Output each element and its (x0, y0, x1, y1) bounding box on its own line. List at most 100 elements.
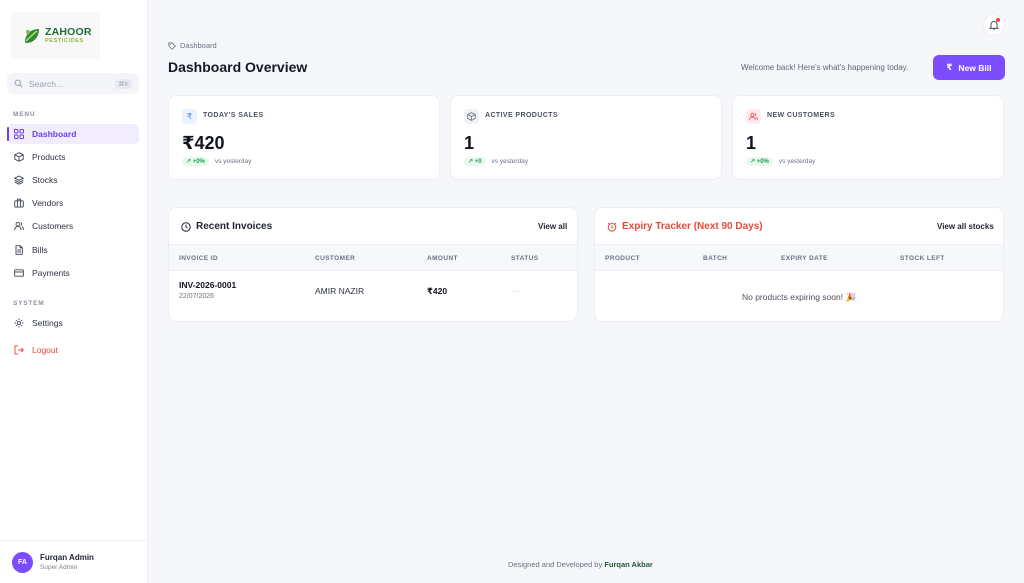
sidebar-item-settings[interactable]: Settings (7, 313, 139, 333)
layers-icon (14, 175, 24, 185)
column-header: PRODUCT (605, 255, 640, 262)
stat-label: ACTIVE PRODUCTS (485, 112, 558, 119)
stat-value: 1 (464, 133, 475, 153)
invoice-amount: ₹420 (427, 286, 448, 296)
credit-card-icon (14, 269, 24, 277)
expiry-tracker-panel: Expiry Tracker (Next 90 Days) View all s… (594, 207, 1004, 322)
trend-chip: ↗ +0% (746, 157, 773, 166)
empty-state-message: No products expiring soon! 🎉 (741, 292, 857, 302)
column-header: INVOICE ID (179, 255, 219, 262)
grid-icon (14, 129, 24, 139)
search-placeholder: Search... (29, 78, 64, 89)
sidebar-item-label: Settings (32, 318, 63, 328)
sidebar-item-label: Stocks (32, 175, 58, 185)
trend-value: +0% (192, 159, 205, 165)
column-header: STATUS (511, 255, 539, 262)
footer-credit: Designed and Developed by Furqan Akbar (508, 560, 653, 569)
box-icon (464, 109, 479, 124)
sidebar-item-label: Products (32, 152, 66, 162)
trend-compare: vs yesterday (491, 158, 529, 165)
sidebar-item-bills[interactable]: Bills (7, 240, 139, 260)
column-header: CUSTOMER (315, 255, 356, 262)
logout-button[interactable]: Logout (7, 340, 139, 360)
sidebar-item-payments[interactable]: Payments (7, 263, 139, 283)
breadcrumb-item[interactable]: Dashboard (180, 41, 217, 50)
trend-chip: ↗ +0% (182, 157, 209, 166)
trend-up-icon: ↗ (750, 159, 756, 165)
column-header: EXPIRY DATE (781, 255, 828, 262)
footer-author: Furqan Akbar (604, 560, 653, 569)
sidebar-item-label: Customers (32, 221, 74, 231)
welcome-text: Welcome back! Here's what's happening to… (741, 63, 909, 72)
logout-icon (14, 345, 24, 355)
stat-value: 1 (746, 133, 757, 153)
users-icon (14, 221, 24, 231)
user-profile[interactable]: FA Furqan Admin Super Admin (0, 540, 148, 583)
column-header: BATCH (703, 255, 728, 262)
user-role: Super Admin (40, 564, 78, 571)
brand-name: ZAHOOR (45, 26, 92, 38)
sidebar-item-customers[interactable]: Customers (7, 216, 139, 236)
column-header: AMOUNT (427, 255, 458, 262)
notification-dot (996, 18, 1000, 22)
invoice-status: — (511, 286, 520, 296)
trend-chip: ↗ +0 (464, 157, 486, 166)
system-section-label: SYSTEM (13, 300, 45, 307)
sidebar-item-stocks[interactable]: Stocks (7, 170, 139, 190)
invoice-customer: AMIR NAZIR (315, 286, 365, 296)
invoice-id[interactable]: INV-2026-0001 (179, 280, 236, 290)
trend-value: +0% (756, 159, 769, 165)
recent-invoices-panel: Recent Invoices View all INVOICE ID CUST… (168, 207, 578, 322)
file-icon (15, 245, 23, 255)
briefcase-icon (14, 198, 24, 208)
footer-prefix: Designed and Developed by (508, 560, 603, 569)
new-bill-label: New Bill (958, 62, 992, 73)
sidebar-item-products[interactable]: Products (7, 147, 139, 167)
avatar: FA (12, 551, 33, 573)
trend-value: +0 (474, 159, 482, 165)
sidebar-item-vendors[interactable]: Vendors (7, 193, 139, 213)
stat-card-sales: ₹ TODAY'S SALES ₹420 ↗ +0% vs yesterday (168, 95, 440, 180)
sidebar-item-label: Payments (32, 268, 70, 278)
tag-icon (168, 41, 176, 50)
brand-tagline: PESTICIDES (45, 37, 84, 44)
rupee-icon: ₹ (182, 109, 197, 124)
sidebar-item-label: Vendors (32, 198, 64, 208)
trend-up-icon: ↗ (186, 159, 192, 165)
trend-up-icon: ↗ (468, 159, 474, 165)
stat-trend: ↗ +0% vs yesterday (746, 157, 815, 166)
box-icon (14, 152, 24, 162)
search-icon (14, 79, 23, 88)
sidebar: ZAHOOR PESTICIDES Search... ⌘K MENU Dash… (0, 0, 148, 583)
rupee-icon: ₹ (946, 62, 953, 72)
stat-label: NEW CUSTOMERS (767, 112, 836, 119)
stat-trend: ↗ +0% vs yesterday (182, 157, 251, 166)
stat-trend: ↗ +0 vs yesterday (464, 157, 528, 166)
invoice-date: 22/07/2026 (179, 293, 215, 300)
table-header: PRODUCT BATCH EXPIRY DATE STOCK LEFT (595, 244, 1003, 271)
stat-card-products: ACTIVE PRODUCTS 1 ↗ +0 vs yesterday (450, 95, 722, 180)
search-shortcut: ⌘K (115, 78, 132, 89)
logout-label: Logout (32, 345, 58, 355)
view-all-invoices-link[interactable]: View all (538, 222, 567, 231)
brand-logo[interactable]: ZAHOOR PESTICIDES (10, 12, 100, 59)
notifications-button[interactable] (983, 14, 1005, 36)
panel-title: Recent Invoices (181, 221, 272, 232)
trend-compare: vs yesterday (778, 158, 816, 165)
expiry-tracker-title: Expiry Tracker (Next 90 Days) (622, 221, 763, 232)
breadcrumb: Dashboard (168, 41, 217, 50)
new-bill-button[interactable]: ₹ New Bill (933, 55, 1005, 80)
column-header: STOCK LEFT (900, 255, 945, 262)
table-header: INVOICE ID CUSTOMER AMOUNT STATUS (169, 244, 577, 271)
view-all-stocks-link[interactable]: View all stocks (937, 222, 994, 231)
sidebar-item-dashboard[interactable]: Dashboard (7, 124, 139, 144)
page-title: Dashboard Overview (168, 59, 308, 75)
stat-value: ₹420 (182, 133, 225, 153)
stat-card-customers: NEW CUSTOMERS 1 ↗ +0% vs yesterday (732, 95, 1004, 180)
users-icon (746, 109, 761, 124)
search-input[interactable]: Search... ⌘K (7, 73, 139, 94)
stat-label: TODAY'S SALES (203, 112, 264, 119)
clock-icon (181, 221, 191, 232)
sidebar-item-label: Bills (32, 245, 48, 255)
user-name: Furqan Admin (40, 553, 94, 562)
